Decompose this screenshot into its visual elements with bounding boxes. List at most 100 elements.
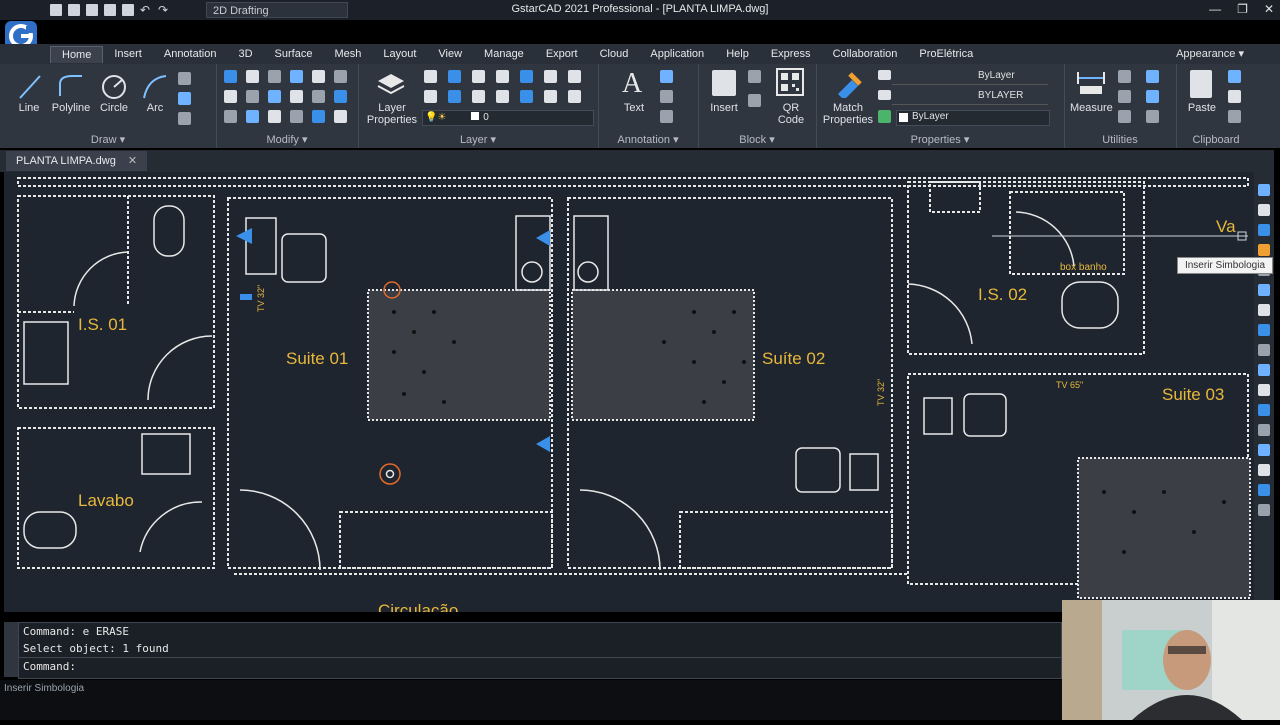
layer-tool-icon[interactable] [520,70,533,83]
lineweight-dropdown[interactable]: BYLAYER [892,90,1048,105]
copy-icon[interactable] [1228,70,1241,83]
palette-tool-icon[interactable] [1258,324,1270,336]
layer-tool-icon[interactable] [424,70,437,83]
ribbon-tab-application[interactable]: Application [639,46,715,62]
palette-tool-icon[interactable] [1258,504,1270,516]
ribbon-tab-manage[interactable]: Manage [473,46,535,62]
util-icon-6[interactable] [1146,110,1159,123]
modify-tool-icon[interactable] [312,90,325,103]
restore-button[interactable]: ❐ [1237,2,1248,16]
drawing-canvas[interactable]: I.S. 01 Suite 01 Suíte 02 I.S. 02 Suite … [4,172,1254,612]
block-attr-icon[interactable] [748,94,761,107]
layer-tool-icon[interactable] [520,90,533,103]
leader-icon[interactable] [660,90,673,103]
modify-tool-icon[interactable] [334,90,347,103]
modify-tool-icon[interactable] [312,110,325,123]
draw-panel-title[interactable]: Draw ▾ [0,133,216,146]
match-properties-button[interactable]: Match Properties [822,102,874,126]
modify-tool-icon[interactable] [312,70,325,83]
qr-code-button[interactable]: QR Code [770,102,812,126]
layer-tool-icon[interactable] [568,70,581,83]
modify-tool-icon[interactable] [224,70,237,83]
layer-tool-icon[interactable] [448,90,461,103]
palette-tool-icon[interactable] [1258,444,1270,456]
palette-tool-icon[interactable] [1258,424,1270,436]
layer-tool-icon[interactable] [472,70,485,83]
modify-tool-icon[interactable] [268,70,281,83]
measure-button[interactable]: Measure [1070,102,1113,114]
properties-panel-title[interactable]: Properties ▾ [816,133,1064,146]
block-panel-title[interactable]: Block ▾ [698,133,816,146]
ribbon-tab-3d[interactable]: 3D [227,46,263,62]
polyline-tool[interactable]: Polyline [50,102,92,114]
util-icon-1[interactable] [1118,70,1131,83]
layer-dropdown[interactable]: 💡☀ 0 [422,110,594,126]
close-tab-icon[interactable]: ✕ [128,155,137,167]
palette-tool-icon[interactable] [1258,224,1270,236]
document-tab[interactable]: PLANTA LIMPA.dwg ✕ [6,151,148,171]
color-dropdown[interactable]: ByLayer [896,110,1050,126]
rectangle-icon[interactable] [178,112,191,125]
appearance-menu[interactable]: Appearance ▾ [1176,47,1244,60]
cut-icon[interactable] [1228,90,1241,103]
layer-tool-icon[interactable] [496,70,509,83]
ribbon-tab-layout[interactable]: Layout [372,46,427,62]
palette-tool-icon[interactable] [1258,364,1270,376]
layer-tool-icon[interactable] [472,90,485,103]
ribbon-tab-surface[interactable]: Surface [264,46,324,62]
palette-tool-icon[interactable] [1258,484,1270,496]
copy-clip-icon[interactable] [1228,110,1241,123]
utilities-panel-title[interactable]: Utilities [1064,134,1176,146]
modify-panel-title[interactable]: Modify ▾ [216,133,358,146]
layer-tool-icon[interactable] [424,90,437,103]
layer-properties-button[interactable]: Layer Properties [364,102,420,126]
command-window-handle[interactable] [4,622,18,677]
arc-tool[interactable]: Arc [140,102,170,114]
palette-tool-icon[interactable] [1258,184,1270,196]
palette-tool-icon[interactable] [1258,344,1270,356]
modify-tool-icon[interactable] [246,90,259,103]
clipboard-panel-title[interactable]: Clipboard [1176,134,1256,146]
ellipse-icon[interactable] [178,92,191,105]
layer-tool-icon[interactable] [448,70,461,83]
layer-tool-icon[interactable] [496,90,509,103]
layer-panel-title[interactable]: Layer ▾ [358,133,598,146]
palette-tool-icon[interactable] [1258,284,1270,296]
modify-tool-icon[interactable] [246,70,259,83]
modify-tool-icon[interactable] [268,110,281,123]
ribbon-tab-annotation[interactable]: Annotation [153,46,228,62]
palette-tool-icon[interactable] [1258,204,1270,216]
util-icon-2[interactable] [1118,90,1131,103]
ribbon-tab-cloud[interactable]: Cloud [589,46,640,62]
hatch-icon[interactable] [178,72,191,85]
floor-plan[interactable]: I.S. 01 Suite 01 Suíte 02 I.S. 02 Suite … [4,172,1254,612]
ribbon-tab-mesh[interactable]: Mesh [323,46,372,62]
palette-tool-icon[interactable] [1258,244,1270,256]
insert-button[interactable]: Insert [706,102,742,114]
ribbon-tab-insert[interactable]: Insert [103,46,153,62]
layer-tool-icon[interactable] [544,70,557,83]
modify-tool-icon[interactable] [224,110,237,123]
dimension-icon[interactable] [660,110,673,123]
ribbon-tab-home[interactable]: Home [50,46,104,63]
util-icon-4[interactable] [1146,70,1159,83]
circle-tool[interactable]: Circle [96,102,132,114]
linetype-dropdown[interactable]: ByLayer [892,70,1048,85]
ribbon-tab-view[interactable]: View [427,46,473,62]
modify-tool-icon[interactable] [334,70,347,83]
util-icon-5[interactable] [1146,90,1159,103]
layer-tool-icon[interactable] [544,90,557,103]
command-input[interactable]: Command: [19,657,1061,675]
modify-tool-icon[interactable] [290,110,303,123]
paste-button[interactable]: Paste [1184,102,1220,114]
text-tool[interactable]: Text [618,102,650,114]
ribbon-tab-export[interactable]: Export [535,46,589,62]
modify-tool-icon[interactable] [290,70,303,83]
minimize-button[interactable]: — [1209,2,1221,16]
ribbon-tab-proel-trica[interactable]: ProElétrica [908,46,984,62]
table-icon[interactable] [660,70,673,83]
layer-tool-icon[interactable] [568,90,581,103]
modify-tool-icon[interactable] [290,90,303,103]
modify-tool-icon[interactable] [246,110,259,123]
palette-tool-icon[interactable] [1258,464,1270,476]
